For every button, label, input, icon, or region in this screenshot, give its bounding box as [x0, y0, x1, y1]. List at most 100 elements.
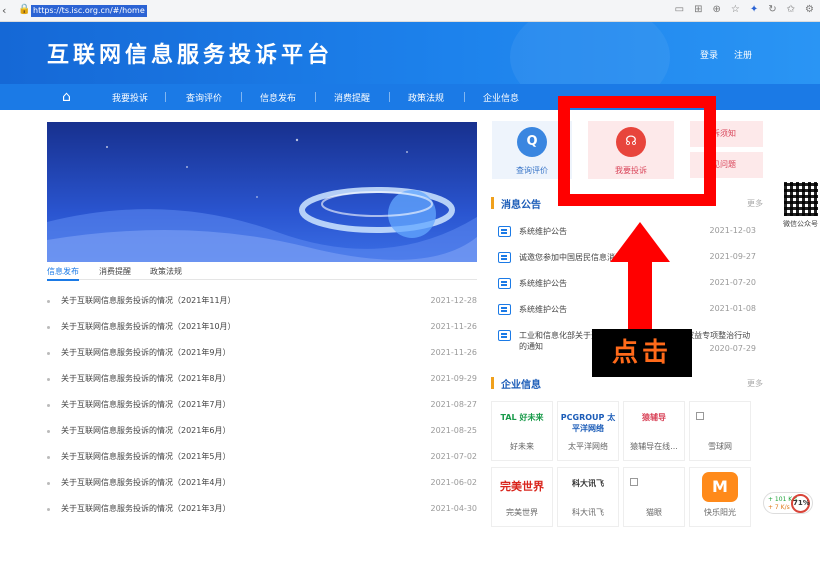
company-logo: 猿辅导 — [642, 413, 666, 422]
message-icon — [498, 278, 511, 289]
company-card[interactable]: 完美世界 完美世界 — [491, 467, 553, 527]
list-item[interactable]: 关于互联网信息服务投诉的情况（2021年9月） 2021-11-26 — [47, 347, 477, 361]
list-item[interactable]: 关于互联网信息服务投诉的情况（2021年10月） 2021-11-26 — [47, 321, 477, 335]
company-card[interactable]: 科大讯飞 科大讯飞 — [557, 467, 619, 527]
bullet — [47, 482, 50, 485]
bullet — [47, 508, 50, 511]
notice-date: 2021-12-03 — [709, 226, 757, 235]
company-name: 科大讯飞 — [572, 508, 604, 517]
nav-item-policy[interactable]: 政策法规 — [408, 91, 444, 104]
companies-more-link[interactable]: 更多 — [747, 378, 763, 389]
reader-icon[interactable]: ▭ — [675, 4, 684, 15]
back-arrow-icon[interactable]: ‹ — [2, 4, 6, 17]
company-card[interactable]: PCGROUP 太平洋网络 太平洋网络 — [557, 401, 619, 461]
list-item[interactable]: 关于互联网信息服务投诉的情况（2021年6月） 2021-08-25 — [47, 425, 477, 439]
nav-item-publish[interactable]: 信息发布 — [260, 91, 296, 104]
companies-header: 企业信息 更多 — [491, 375, 763, 391]
notice-date: 2021-01-08 — [709, 304, 757, 313]
refresh-icon[interactable]: ↻ — [768, 4, 776, 15]
news-date: 2021-11-26 — [430, 348, 478, 357]
address-bar[interactable]: https://ts.isc.org.cn/#/home — [31, 5, 147, 17]
news-title[interactable]: 关于互联网信息服务投诉的情况（2021年7月） — [61, 399, 230, 410]
news-date: 2021-07-02 — [430, 452, 478, 461]
list-item[interactable]: 关于互联网信息服务投诉的情况（2021年8月） 2021-09-29 — [47, 373, 477, 387]
nav-divider — [389, 92, 390, 102]
bullet — [47, 352, 50, 355]
nav-divider — [464, 92, 465, 102]
home-icon[interactable]: ⌂ — [62, 89, 71, 105]
notice-title[interactable]: 系统维护公告 — [519, 226, 567, 237]
grid-icon[interactable]: ⊞ — [694, 4, 702, 15]
company-card[interactable]: TAL 好未来 好未来 — [491, 401, 553, 461]
news-title[interactable]: 关于互联网信息服务投诉的情况（2021年8月） — [61, 373, 230, 384]
company-card[interactable]: 猫眼 — [623, 467, 685, 527]
list-item[interactable]: 关于互联网信息服务投诉的情况（2021年5月） 2021-07-02 — [47, 451, 477, 465]
news-tabs: 信息发布 消费提醒 政策法规 — [47, 266, 477, 281]
bullet — [47, 326, 50, 329]
news-date: 2021-04-30 — [430, 504, 478, 513]
notice-title[interactable]: 系统维护公告 — [519, 278, 567, 289]
register-link[interactable]: 注册 — [734, 48, 752, 61]
news-title[interactable]: 关于互联网信息服务投诉的情况（2021年6月） — [61, 425, 230, 436]
banner-illustration — [47, 138, 477, 262]
news-title[interactable]: 关于互联网信息服务投诉的情况（2021年9月） — [61, 347, 230, 358]
news-date: 2021-06-02 — [430, 478, 478, 487]
company-card[interactable]: M 快乐阳光 — [689, 467, 751, 527]
message-icon — [498, 330, 511, 341]
nav-item-company[interactable]: 企业信息 — [483, 91, 519, 104]
company-card[interactable]: 猿辅导猿辅导在线... — [623, 401, 685, 461]
news-title[interactable]: 关于互联网信息服务投诉的情况（2021年10月） — [61, 321, 236, 332]
message-icon — [498, 226, 511, 237]
news-date: 2021-12-28 — [430, 296, 478, 305]
bullet — [47, 430, 50, 433]
news-title[interactable]: 关于互联网信息服务投诉的情况（2021年11月） — [61, 295, 236, 306]
network-speed-widget: + 101 K/s + 7 K/s 71% — [763, 492, 813, 514]
message-icon — [498, 304, 511, 315]
notices-title: 消息公告 — [501, 200, 541, 211]
qr-label: 微信公众号 — [783, 220, 818, 228]
news-title[interactable]: 关于互联网信息服务投诉的情况（2021年5月） — [61, 451, 230, 462]
nav-item-reminder[interactable]: 消费提醒 — [334, 91, 370, 104]
company-name: 雪球网 — [708, 442, 732, 451]
nav-divider — [165, 92, 166, 102]
nav-divider — [241, 92, 242, 102]
notice-title[interactable]: 系统维护公告 — [519, 304, 567, 315]
site-header: 互联网信息服务投诉平台 登录 注册 — [0, 22, 820, 84]
tab-policy[interactable]: 政策法规 — [150, 266, 182, 277]
hero-banner[interactable] — [47, 122, 477, 262]
annotation-click-label: 点击 — [592, 329, 692, 377]
company-name: 猿辅导在线... — [630, 442, 678, 451]
companies-title: 企业信息 — [501, 380, 541, 391]
browser-toolbar: ‹ 🔒 https://ts.isc.org.cn/#/home ▭ ⊞ ⊕ ☆… — [0, 0, 820, 22]
news-title[interactable]: 关于互联网信息服务投诉的情况（2021年4月） — [61, 477, 230, 488]
company-card[interactable]: 雪球网 — [689, 401, 751, 461]
favorite-icon[interactable]: ☆ — [731, 4, 740, 15]
nav-item-query[interactable]: 查询评价 — [186, 91, 222, 104]
bullet — [47, 404, 50, 407]
usage-percent: 71% — [791, 494, 810, 513]
company-name: 太平洋网络 — [568, 442, 608, 451]
list-item[interactable]: 关于互联网信息服务投诉的情况（2021年11月） 2021-12-28 — [47, 295, 477, 309]
tab-publish[interactable]: 信息发布 — [47, 266, 79, 281]
bullet — [47, 378, 50, 381]
site-title: 互联网信息服务投诉平台 — [47, 43, 334, 68]
zoom-icon[interactable]: ⊕ — [713, 4, 721, 15]
news-title[interactable]: 关于互联网信息服务投诉的情况（2021年3月） — [61, 503, 230, 514]
notices-more-link[interactable]: 更多 — [747, 198, 763, 209]
settings-icon[interactable]: ⚙ — [805, 4, 814, 15]
list-item[interactable]: 关于互联网信息服务投诉的情况（2021年3月） 2021-04-30 — [47, 503, 477, 517]
list-item[interactable]: 关于互联网信息服务投诉的情况（2021年7月） 2021-08-27 — [47, 399, 477, 413]
company-name: 完美世界 — [506, 508, 538, 517]
nav-divider — [315, 92, 316, 102]
star-icon[interactable]: ✩ — [787, 4, 795, 15]
tab-reminder[interactable]: 消费提醒 — [99, 266, 131, 277]
download-speed: + 7 K/s — [768, 504, 790, 511]
annotation-highlight-box — [558, 96, 716, 206]
extension-icon[interactable]: ✦ — [750, 4, 758, 15]
list-item[interactable]: 关于互联网信息服务投诉的情况（2021年4月） 2021-06-02 — [47, 477, 477, 491]
login-link[interactable]: 登录 — [700, 48, 718, 61]
nav-item-complain[interactable]: 我要投诉 — [112, 91, 148, 104]
company-name: 快乐阳光 — [704, 508, 736, 517]
company-name: 好未来 — [510, 442, 534, 451]
notice-date: 2021-07-20 — [709, 278, 757, 287]
